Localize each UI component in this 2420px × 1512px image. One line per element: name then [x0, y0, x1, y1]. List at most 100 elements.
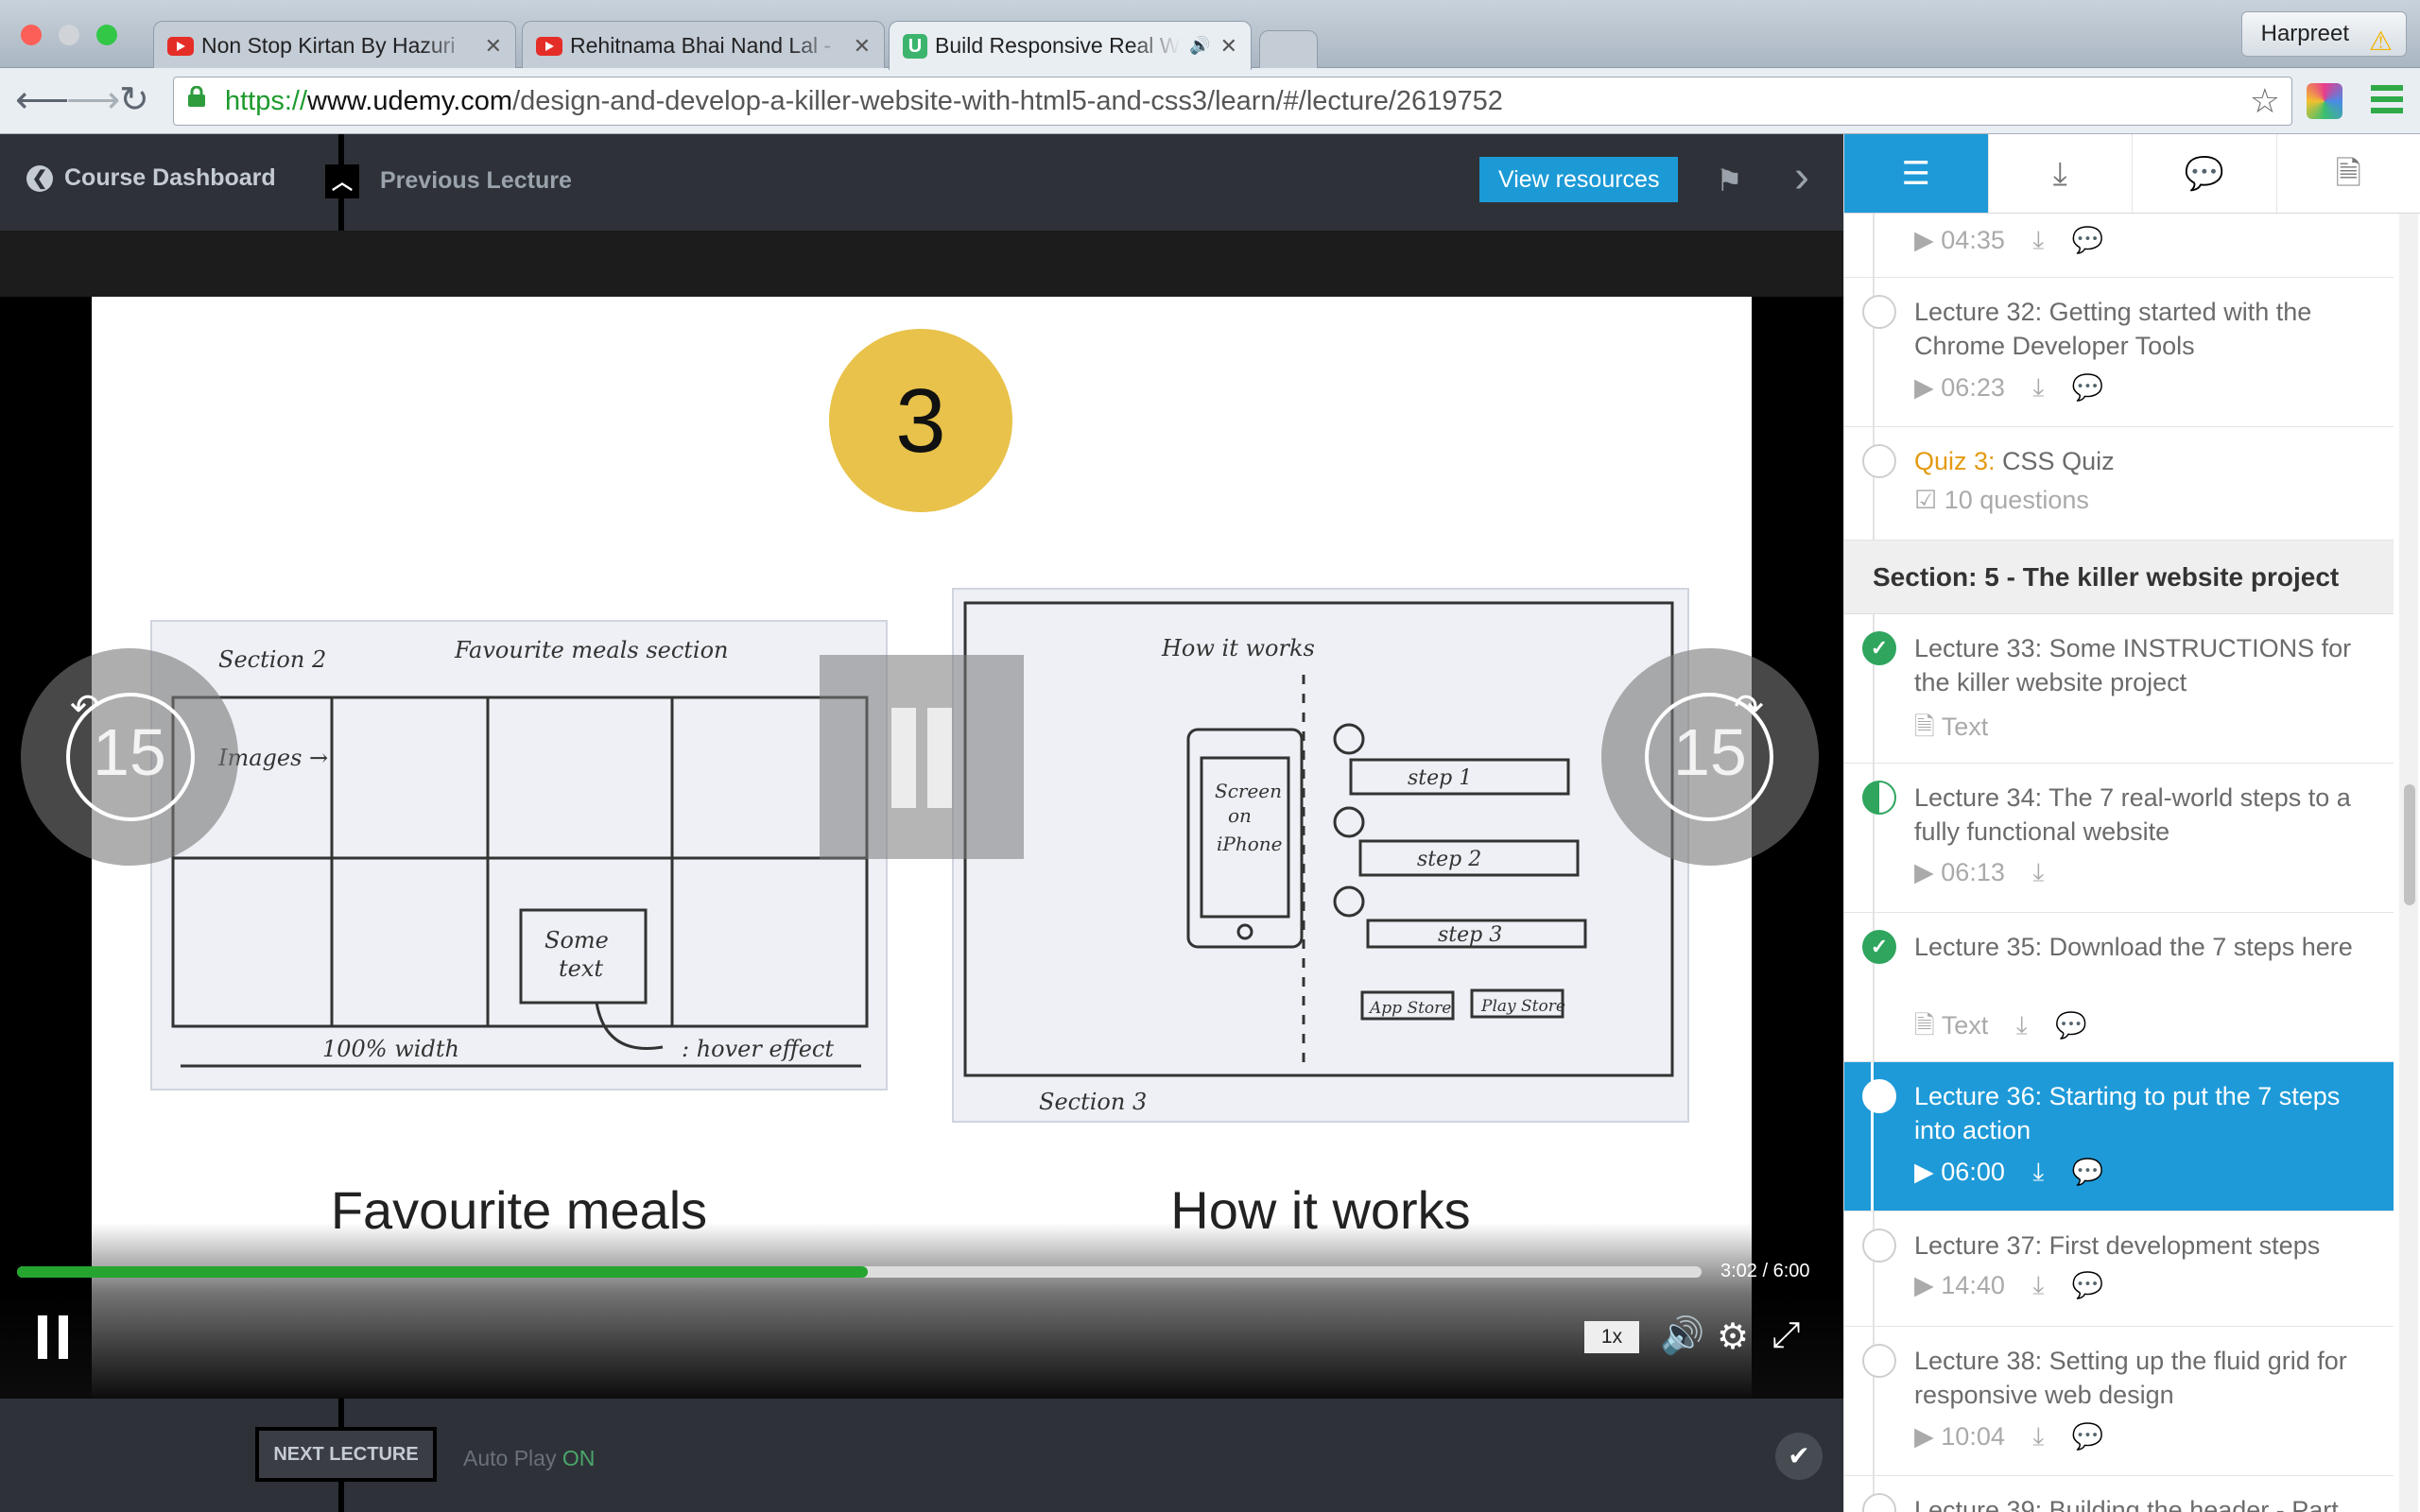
progress-rail	[1873, 214, 1875, 277]
svg-text:step 1: step 1	[1408, 766, 1472, 790]
fullscreen-icon[interactable]: ⤢	[1772, 1315, 1800, 1356]
lecture-title: Lecture 36: Starting to put the 7 steps …	[1914, 1082, 2341, 1144]
tab-notes-icon[interactable]: 🗎	[2277, 134, 2420, 213]
download-icon[interactable]: ⤓	[2032, 1158, 2044, 1186]
reload-icon[interactable]: ↻	[119, 79, 149, 121]
browser-tab[interactable]: Non Stop Kirtan By Hazuri ✕	[153, 21, 516, 70]
udemy-icon: U	[903, 33, 927, 59]
timeline-line	[338, 1482, 344, 1512]
autoplay-toggle[interactable]: Auto Play ON	[463, 1446, 595, 1471]
lecture-title: Lecture 35: Download the 7 steps here	[1914, 933, 2353, 961]
list-item[interactable]: Lecture 38: Setting up the fluid grid fo…	[1844, 1327, 2394, 1476]
play-circle-icon: ▶	[1914, 373, 1934, 402]
lecture-duration: 10:04	[1941, 1422, 2005, 1451]
forward-seconds: 15	[1673, 715, 1747, 789]
lecture-duration: 06:00	[1941, 1158, 2005, 1186]
view-resources-button[interactable]: View resources	[1479, 157, 1679, 202]
svg-text:text: text	[559, 955, 603, 982]
discussion-icon: 💬	[2071, 226, 2104, 254]
lecture-type: Text	[1941, 1011, 1989, 1040]
list-item[interactable]: ✓ Lecture 35: Download the 7 steps here …	[1844, 913, 2394, 1062]
status-circle-icon	[1862, 295, 1896, 329]
previous-lecture-link[interactable]: Previous Lecture	[380, 167, 572, 195]
autoplay-label: Auto Play	[463, 1446, 557, 1470]
browser-toolbar: ⟵ ⟶ ↻ https://www.udemy.com/design-and-d…	[0, 68, 2420, 134]
tab-downloads-icon[interactable]: ⤓	[1989, 134, 2133, 213]
item-meta: ☑ 10 questions	[1914, 486, 2089, 515]
pause-bar-icon	[59, 1315, 68, 1359]
sidebar-scrollbar[interactable]	[2399, 214, 2418, 1512]
download-icon[interactable]: ⤓	[2032, 226, 2044, 254]
back-arrow-icon[interactable]: ⟵	[15, 79, 69, 121]
youtube-icon	[536, 36, 562, 56]
playback-speed-button[interactable]: 1x	[1584, 1321, 1639, 1353]
discussion-icon: 💬	[2055, 1011, 2087, 1040]
download-icon[interactable]: ⤓	[2032, 858, 2044, 886]
seek-bar[interactable]	[17, 1266, 1702, 1278]
play-circle-icon: ▶	[1914, 1271, 1934, 1299]
next-lecture-button[interactable]: NEXT LECTURE	[255, 1427, 437, 1482]
url-scheme: https://	[225, 86, 308, 116]
autoplay-state: ON	[562, 1446, 596, 1470]
rewind-15-button[interactable]: ↶ 15	[21, 648, 238, 866]
mark-complete-check-icon[interactable]: ✔	[1775, 1433, 1823, 1480]
play-pause-button[interactable]	[38, 1315, 70, 1359]
forward-arrow-icon[interactable]: ⟶	[66, 79, 120, 121]
svg-text:Section 3: Section 3	[1039, 1089, 1147, 1115]
tab-curriculum-list-icon[interactable]: ☰	[1844, 134, 1989, 213]
list-item[interactable]: ▶ 04:35 ⤓ 💬	[1844, 214, 2394, 278]
course-dashboard-label: Course Dashboard	[64, 164, 276, 191]
settings-gear-icon[interactable]: ⚙	[1717, 1315, 1749, 1358]
list-item[interactable]: Lecture 34: The 7 real-world steps to a …	[1844, 764, 2394, 913]
tab-discussion-icon[interactable]: 💬	[2133, 134, 2277, 213]
timeline-line	[338, 1399, 344, 1427]
section-header: Section: 5 - The killer website project	[1844, 541, 2394, 614]
discussion-icon: 💬	[2071, 1271, 2104, 1299]
new-tab-button[interactable]	[1259, 30, 1318, 68]
minimize-window-button[interactable]	[59, 25, 79, 45]
list-item[interactable]: Quiz 3: CSS Quiz ☑ 10 questions	[1844, 427, 2394, 541]
maximize-window-button[interactable]	[96, 25, 117, 45]
next-lecture-chevron-icon[interactable]: ›	[1794, 155, 1809, 200]
menu-icon[interactable]	[2371, 85, 2403, 117]
status-circle-icon	[1862, 1079, 1896, 1113]
list-item[interactable]: ✓ Lecture 33: Some INSTRUCTIONS for the …	[1844, 614, 2394, 764]
pause-bar-icon	[891, 708, 916, 808]
list-item[interactable]: Lecture 32: Getting started with the Chr…	[1844, 278, 2394, 427]
close-tab-icon[interactable]: ✕	[485, 34, 502, 59]
list-item[interactable]: Lecture 39: Building the header - Part	[1844, 1476, 2394, 1512]
download-icon[interactable]: ⤓	[2016, 1011, 2028, 1040]
flag-icon[interactable]: ⚑	[1716, 163, 1743, 198]
browser-tab[interactable]: Rehitnama Bhai Nand Lal - ✕	[522, 21, 885, 70]
list-item[interactable]: Lecture 37: First development steps ▶ 14…	[1844, 1211, 2394, 1327]
chevron-up-icon[interactable]: ︿	[325, 164, 359, 198]
quiz-name: CSS Quiz	[1995, 447, 2115, 475]
current-lecture-item[interactable]: Lecture 36: Starting to put the 7 steps …	[1844, 1062, 2394, 1211]
close-tab-icon[interactable]: ✕	[1220, 34, 1237, 59]
favourite-meals-sketch: Section 2 Favourite meals section Images…	[150, 620, 888, 1091]
forward-15-button[interactable]: ↷ 15	[1601, 648, 1819, 866]
course-dashboard-link[interactable]: ❮ Course Dashboard	[26, 164, 276, 192]
warning-icon: ⚠	[2368, 26, 2393, 56]
bookmark-star-icon[interactable]: ☆	[2250, 77, 2280, 125]
close-tab-icon[interactable]: ✕	[854, 34, 871, 59]
extension-icon[interactable]	[2307, 83, 2342, 119]
download-icon[interactable]: ⤓	[2032, 373, 2044, 402]
browser-tab-active[interactable]: U Build Responsive Real W 🔊 ✕	[889, 21, 1252, 70]
center-pause-button[interactable]	[820, 655, 1024, 859]
download-icon[interactable]: ⤓	[2032, 1271, 2044, 1299]
close-window-button[interactable]	[21, 25, 42, 45]
address-bar[interactable]: https://www.udemy.com/design-and-develop…	[173, 77, 2292, 126]
lecture-list: ▶ 04:35 ⤓ 💬 Lecture 32: Getting started …	[1844, 214, 2394, 1512]
svg-text:step 3: step 3	[1438, 923, 1502, 947]
scrollbar-thumb[interactable]	[2404, 784, 2415, 905]
pause-bar-icon	[38, 1315, 47, 1359]
profile-button[interactable]: Harpreet ⚠	[2240, 11, 2407, 57]
video-player[interactable]: 3 Section 2 Favourite meals section Imag…	[0, 231, 1843, 1399]
download-icon[interactable]: ⤓	[2032, 1422, 2044, 1451]
half-complete-circle-icon	[1862, 781, 1896, 815]
volume-icon[interactable]: 🔊	[1660, 1315, 1704, 1357]
status-circle-icon	[1862, 1228, 1896, 1263]
lecture-duration: 06:23	[1941, 373, 2005, 402]
svg-text:step 2: step 2	[1417, 848, 1481, 871]
